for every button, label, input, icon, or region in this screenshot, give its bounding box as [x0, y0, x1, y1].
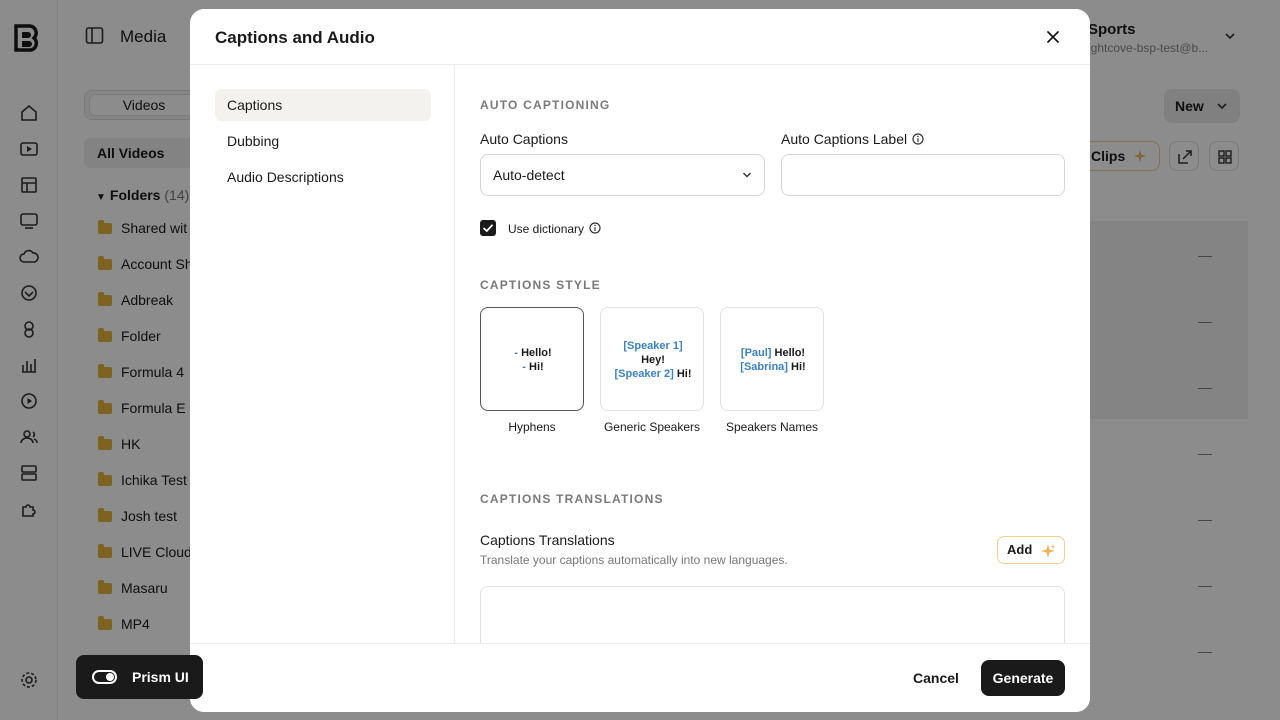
dialog-header: Captions and Audio	[190, 9, 1090, 65]
speaker-tag: [Speaker 2]	[614, 368, 674, 380]
speaker-tag: [Paul]	[740, 347, 772, 359]
use-dictionary-text: Use dictionary	[508, 222, 585, 236]
captions-audio-dialog: Captions and Audio Captions Dubbing Audi…	[190, 9, 1090, 712]
toggle-switch-icon	[92, 670, 117, 684]
dialog-body: AUTO CAPTIONING Auto Captions Auto-detec…	[456, 65, 1090, 643]
dialog-footer: Cancel Generate	[190, 643, 1090, 712]
nav-item-dubbing[interactable]: Dubbing	[215, 125, 431, 157]
card-preview: [Paul] Hello! [Sabrina] Hi!	[721, 308, 825, 412]
close-icon[interactable]	[1042, 26, 1064, 48]
preview-line: [Speaker 2] Hi!	[614, 367, 691, 381]
prism-ui-label: Prism UI	[132, 669, 189, 685]
info-icon[interactable]	[589, 222, 601, 234]
cancel-button[interactable]: Cancel	[901, 660, 971, 696]
auto-captions-label-field-label: Auto Captions Label	[781, 131, 924, 147]
style-name-generic-speakers: Generic Speakers	[603, 420, 701, 434]
preview-line: [Sabrina] Hi!	[740, 360, 805, 374]
translations-list	[480, 586, 1065, 643]
section-title-captions-translations: CAPTIONS TRANSLATIONS	[480, 492, 664, 506]
auto-captions-value: Auto-detect	[493, 167, 565, 183]
preview-text: Hello!	[521, 347, 552, 359]
style-card-hyphens[interactable]: - Hello! - Hi!	[480, 307, 584, 411]
preview-text: Hi!	[791, 361, 806, 373]
speaker-tag: [Speaker 1]	[623, 340, 683, 352]
prism-ui-toggle[interactable]: Prism UI	[76, 655, 203, 699]
section-title-captions-style: CAPTIONS STYLE	[480, 278, 601, 292]
captions-translations-label: Captions Translations	[480, 532, 615, 548]
captions-translations-help: Translate your captions automatically in…	[480, 553, 788, 567]
style-name-speakers-names: Speakers Names	[725, 420, 819, 434]
style-card-speakers-names[interactable]: [Paul] Hello! [Sabrina] Hi!	[720, 307, 824, 411]
style-name-hyphens: Hyphens	[508, 420, 556, 434]
preview-text: Hey!	[641, 354, 665, 366]
nav-item-audio-descriptions[interactable]: Audio Descriptions	[215, 161, 431, 193]
card-preview: - Hello! - Hi!	[481, 308, 585, 412]
generate-button[interactable]: Generate	[981, 660, 1065, 696]
style-card-generic-speakers[interactable]: [Speaker 1] Hey! [Speaker 2] Hi!	[600, 307, 704, 411]
preview-text: Hi!	[529, 361, 544, 373]
speaker-tag: [Sabrina]	[740, 361, 788, 373]
auto-captions-label: Auto Captions	[480, 131, 568, 147]
info-icon[interactable]	[912, 133, 924, 145]
dialog-nav: Captions Dubbing Audio Descriptions	[190, 65, 455, 643]
section-title-auto-captioning: AUTO CAPTIONING	[480, 98, 611, 112]
add-button-label: Add	[1007, 542, 1033, 557]
nav-item-captions[interactable]: Captions	[215, 89, 431, 121]
preview-line: [Paul] Hello!	[741, 346, 805, 360]
card-preview: [Speaker 1] Hey! [Speaker 2] Hi!	[601, 308, 705, 412]
preview-text: Hello!	[774, 347, 806, 359]
use-dictionary-checkbox[interactable]	[480, 220, 496, 236]
chevron-down-icon	[743, 172, 751, 178]
sparkle-icon	[1041, 544, 1056, 558]
preview-line: - Hello!	[514, 346, 551, 360]
dialog-title: Captions and Audio	[215, 28, 375, 47]
checkmark-icon	[482, 224, 494, 233]
preview-line: - Hi!	[522, 360, 543, 374]
hyphen-mark: -	[522, 361, 526, 373]
field-label-text: Auto Captions Label	[781, 131, 908, 147]
hyphen-mark: -	[514, 347, 519, 359]
auto-captions-select[interactable]: Auto-detect	[480, 154, 765, 196]
auto-captions-label-input[interactable]	[781, 154, 1065, 196]
add-translation-button[interactable]: Add	[997, 536, 1065, 564]
use-dictionary-label: Use dictionary	[508, 222, 601, 236]
preview-text: Hi!	[676, 368, 692, 380]
